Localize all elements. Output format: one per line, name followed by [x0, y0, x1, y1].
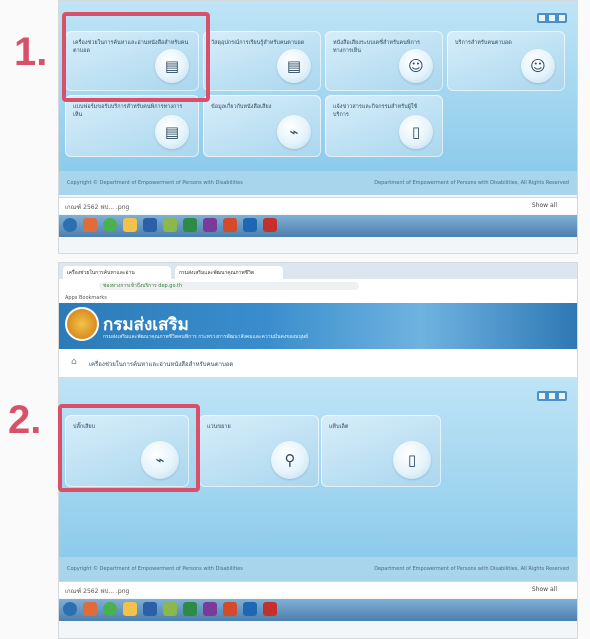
show-all-link[interactable]: Show all [532, 586, 557, 593]
view-toggle-button[interactable] [537, 391, 567, 401]
highlight-box-2 [58, 404, 200, 492]
onenote-icon[interactable] [203, 602, 217, 616]
footer-copyright: Copyright © Department of Empowerment of… [67, 566, 243, 572]
browser-tab-1[interactable]: เครื่องช่วยในการค้นหาและอ่าน [63, 266, 171, 279]
tile-label: ข้อมูลเกี่ยวกับหนังสือเสียง [211, 104, 272, 110]
tile-audiobook-info[interactable]: ข้อมูลเกี่ยวกับหนังสือเสียง ⌁ [203, 95, 321, 157]
tile-label: วัสดุอุปกรณ์การเรียนรู้สำหรับคนตาบอด [211, 40, 305, 46]
tablet-icon: ▯ [393, 441, 431, 479]
firefox-icon[interactable] [83, 218, 97, 232]
highlight-box-1 [62, 12, 210, 102]
tile-label: บริการสำหรับคนตาบอด [455, 40, 512, 46]
tile-label: แว่นขยาย [207, 424, 231, 430]
outlook-icon[interactable] [243, 218, 257, 232]
tablet-icon: ▯ [399, 115, 433, 149]
footer-copyright: Copyright © Department of Empowerment of… [67, 180, 243, 186]
app-icon[interactable] [163, 218, 177, 232]
page-footer: Copyright © Department of Empowerment of… [59, 557, 577, 581]
word-icon[interactable] [143, 602, 157, 616]
footer-rights: Department of Empowerment of Persons wit… [374, 180, 569, 186]
powerpoint-icon[interactable] [223, 602, 237, 616]
excel-icon[interactable] [183, 602, 197, 616]
browser-tab-strip: เครื่องช่วยในการค้นหาและอ่าน กรมส่งเสริม… [59, 263, 577, 279]
site-subtitle: กรมส่งเสริมและพัฒนาคุณภาพชีวิตคนพิการ กร… [103, 334, 309, 340]
chrome-icon[interactable] [103, 602, 117, 616]
start-icon[interactable] [63, 602, 77, 616]
pdf-icon[interactable] [263, 602, 277, 616]
breadcrumb: ⌂ เครื่องช่วยในการค้นหาและอ่านหนังสือสำห… [59, 349, 577, 377]
chrome-icon[interactable] [103, 218, 117, 232]
download-bar: เกณฑ์ 2562 ฟป... .png Show all [59, 197, 577, 214]
download-bar: เกณฑ์ 2562 ฟป... .png Show all [59, 581, 577, 598]
download-item[interactable]: เกณฑ์ 2562 ฟป... .png [65, 586, 129, 596]
folder-icon[interactable] [123, 218, 137, 232]
tile-news[interactable]: แจ้งข่าวสารและกิจกรรมสำหรับผู้ใช้บริการ … [325, 95, 443, 157]
outlook-icon[interactable] [243, 602, 257, 616]
onenote-icon[interactable] [203, 218, 217, 232]
home-icon[interactable]: ⌂ [71, 357, 77, 367]
tile-learning-materials[interactable]: วัสดุอุปกรณ์การเรียนรู้สำหรับคนตาบอด ▤ [203, 31, 321, 91]
tile-label: แท็บเล็ต [329, 424, 349, 430]
download-item[interactable]: เกณฑ์ 2562 ฟป... .png [65, 202, 129, 212]
person-icon: ☺ [521, 49, 555, 83]
tile-magnifier[interactable]: แว่นขยาย ⚲ [199, 415, 319, 487]
pdf-icon[interactable] [263, 218, 277, 232]
tile-request-form[interactable]: แบบฟอร์มขอรับบริการสำหรับคนพิการทางการเห… [65, 95, 199, 157]
site-header: กรมส่งเสริม กรมส่งเสริมและพัฒนาคุณภาพชีว… [59, 303, 577, 349]
folder-icon[interactable] [123, 602, 137, 616]
document-icon: ▤ [155, 115, 189, 149]
page-footer: Copyright © Department of Empowerment of… [59, 171, 577, 195]
magnifier-icon: ⚲ [271, 441, 309, 479]
url-field[interactable]: ช่องทางการเข้าถึงบริการ dep.go.th [99, 282, 359, 290]
department-logo [65, 307, 99, 341]
taskbar [59, 599, 577, 621]
tile-tablet[interactable]: แท็บเล็ต ▯ [321, 415, 441, 487]
app-icon[interactable] [163, 602, 177, 616]
step-2-label: 2. [8, 398, 42, 442]
excel-icon[interactable] [183, 218, 197, 232]
tile-services[interactable]: บริการสำหรับคนตาบอด ☺ [447, 31, 565, 91]
show-all-link[interactable]: Show all [532, 202, 557, 209]
address-bar: ช่องทางการเข้าถึงบริการ dep.go.th [59, 279, 577, 294]
word-icon[interactable] [143, 218, 157, 232]
browser-tab-2[interactable]: กรมส่งเสริมและพัฒนาคุณภาพชีวิต [175, 266, 283, 279]
step-1-label: 1. [14, 30, 48, 74]
powerpoint-icon[interactable] [223, 218, 237, 232]
bookmarks-bar: Apps Bookmarks [59, 293, 577, 303]
award-icon: ☺ [399, 49, 433, 83]
tile-daisy-books[interactable]: หนังสือเสียงระบบเดซี่สำหรับคนพิการทางการ… [325, 31, 443, 91]
printer-icon: ▤ [277, 49, 311, 83]
start-icon[interactable] [63, 218, 77, 232]
breadcrumb-text: เครื่องช่วยในการค้นหาและอ่านหนังสือสำหรั… [89, 361, 234, 368]
firefox-icon[interactable] [83, 602, 97, 616]
footer-rights: Department of Empowerment of Persons wit… [374, 566, 569, 572]
taskbar [59, 215, 577, 237]
view-toggle-button[interactable] [537, 13, 567, 23]
usb-icon: ⌁ [277, 115, 311, 149]
bookmarks-label[interactable]: Apps Bookmarks [65, 295, 107, 301]
